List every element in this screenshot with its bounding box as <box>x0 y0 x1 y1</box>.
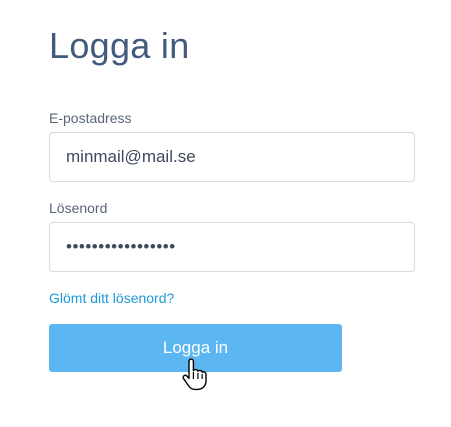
email-value: minmail@mail.se <box>66 147 196 166</box>
email-field[interactable]: minmail@mail.se <box>49 132 415 182</box>
email-label: E-postadress <box>49 110 132 126</box>
forgot-password-link[interactable]: Glömt ditt lösenord? <box>49 290 174 306</box>
password-value: ••••••••••••••••• <box>66 237 176 256</box>
password-label: Lösenord <box>49 200 108 216</box>
page-title: Logga in <box>49 25 190 66</box>
hand-pointer-icon <box>182 358 207 391</box>
password-field[interactable]: ••••••••••••••••• <box>49 222 415 272</box>
login-page: Logga in E-postadress minmail@mail.se Lö… <box>0 0 451 427</box>
